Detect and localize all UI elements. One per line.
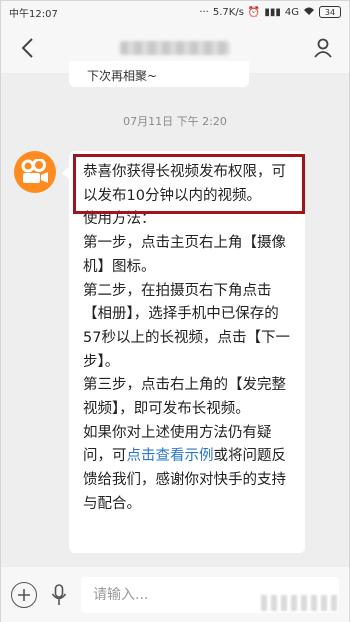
- wifi-icon: [303, 6, 315, 19]
- chevron-left-icon: [21, 38, 33, 58]
- previous-message-bubble: 下次再相聚~: [69, 61, 249, 87]
- message-timestamp: 07月11日 下午 2:20: [123, 115, 227, 128]
- previous-message-text: 下次再相聚~: [87, 69, 158, 83]
- signal-icon: ▮▮▮: [264, 6, 281, 18]
- watermark: [261, 595, 341, 611]
- profile-button[interactable]: [309, 34, 337, 62]
- message-line-usage: 使用方法：: [83, 211, 156, 228]
- view-example-link[interactable]: 点击查看示例: [127, 448, 214, 464]
- plus-icon: [18, 589, 30, 601]
- status-bar: 中午12:07 ··· 5.7K/s ⏰ ▮▮▮ 4G 34: [1, 1, 349, 23]
- back-button[interactable]: [13, 34, 41, 62]
- network-speed: 5.7K/s: [212, 6, 244, 18]
- message-line-permission: 恭喜你获得长视频发布权限，可以发布10分钟以内的视频。: [83, 164, 286, 204]
- alarm-icon: ⏰: [247, 6, 261, 18]
- kuaishou-avatar[interactable]: [14, 151, 56, 193]
- chat-screen: 中午12:07 ··· 5.7K/s ⏰ ▮▮▮ 4G 34 下次再相聚~ 07…: [0, 0, 350, 622]
- message-line-step3: 第三步，点击右上角的【发完整视频】，即可发布长视频。: [83, 377, 286, 418]
- status-time: 中午12:07: [9, 8, 58, 20]
- message-line-step1: 第一步，点击主页右上角【摄像机】图标。: [83, 235, 286, 275]
- microphone-icon: [51, 584, 67, 605]
- status-indicators: ··· 5.7K/s ⏰ ▮▮▮ 4G 34: [199, 6, 341, 19]
- camera-logo-icon: [21, 159, 48, 183]
- add-button[interactable]: [11, 582, 37, 608]
- network-type: 4G: [284, 6, 299, 18]
- message-line-help: 如果你对上述使用方法仍有疑问，可点击查看示例或将问题反馈给我们，感谢你对快手的支…: [83, 422, 293, 517]
- voice-button[interactable]: [45, 581, 73, 609]
- chat-title-redacted: [120, 41, 230, 55]
- signal-dots-icon: ···: [199, 6, 209, 18]
- message-line-step2: 第二步，在拍摄页右下角点击【相册】，选择手机中已保存的57秒以上的长视频，点击【…: [83, 282, 290, 370]
- person-icon: [314, 38, 332, 58]
- message-bubble: 恭喜你获得长视频发布权限，可以发布10分钟以内的视频。 使用方法： 第一步，点击…: [69, 151, 305, 553]
- battery-indicator: 34: [319, 6, 341, 18]
